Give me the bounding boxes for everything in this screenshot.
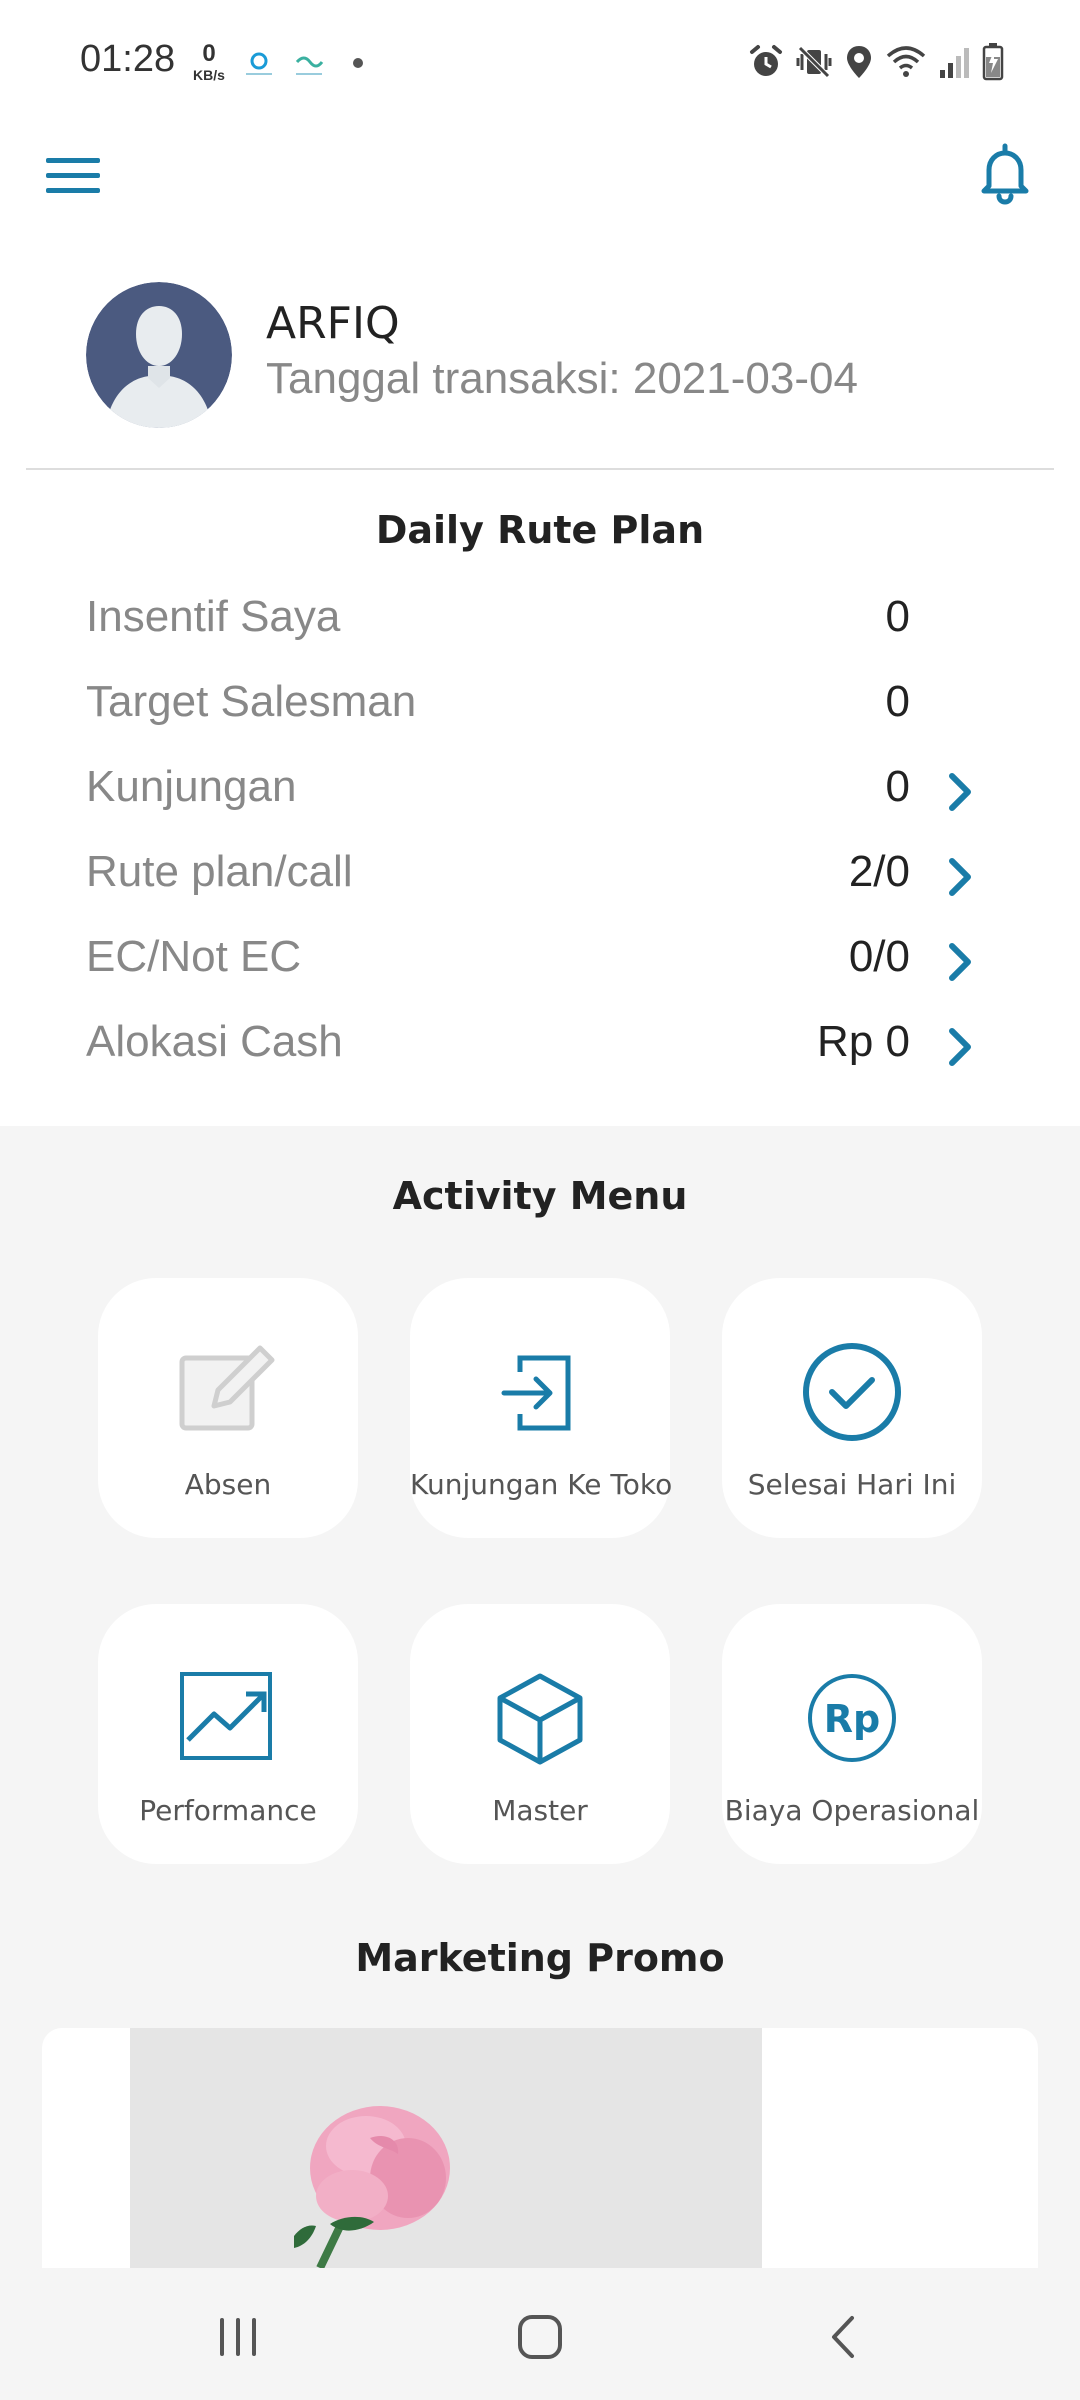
location-icon — [847, 46, 871, 78]
hamburger-menu-icon[interactable] — [46, 148, 100, 202]
performance-button[interactable]: Performance — [98, 1604, 358, 1864]
chevron-right-icon[interactable] — [940, 849, 980, 905]
biaya-operasional-button[interactable]: Rp Biaya Operasional — [722, 1604, 982, 1864]
status-bar: 01:28 0 KB/s — [0, 0, 1080, 120]
check-circle-icon — [803, 1343, 901, 1441]
plan-row-insentif: Insentif Saya 0 — [0, 580, 1080, 664]
plan-row-label: Alokasi Cash — [86, 1017, 343, 1066]
tile-label: Master — [492, 1794, 588, 1827]
rose-image — [130, 2028, 762, 2268]
network-speed-unit: KB/s — [193, 67, 225, 83]
tile-label: Biaya Operasional — [724, 1794, 980, 1827]
plan-row-value: Rp 0 — [817, 1017, 910, 1066]
plan-row-value: 0 — [885, 592, 910, 641]
plan-row-rute-plan[interactable]: Rute plan/call 2/0 — [0, 835, 1080, 919]
selesai-hari-ini-button[interactable]: Selesai Hari Ini — [722, 1278, 982, 1538]
section-title: Daily Rute Plan — [375, 508, 705, 552]
cube-icon — [497, 1673, 583, 1765]
chevron-right-icon[interactable] — [940, 934, 980, 990]
notification-app-icon-2 — [295, 56, 324, 75]
chevron-right-icon[interactable] — [940, 1019, 980, 1075]
plan-row-label: Kunjungan — [86, 762, 297, 811]
plan-row-kunjungan[interactable]: Kunjungan 0 — [0, 750, 1080, 834]
recent-apps-icon[interactable] — [198, 2302, 278, 2372]
plan-row-value: 0 — [885, 762, 910, 811]
tile-label: Selesai Hari Ini — [747, 1468, 957, 1501]
status-icons — [748, 42, 1004, 82]
promo-card[interactable] — [42, 2028, 1038, 2268]
plan-row-label: EC/Not EC — [86, 932, 302, 981]
plan-row-value: 2/0 — [848, 847, 910, 896]
tile-label: Performance — [139, 1794, 317, 1827]
plan-row-value: 0 — [885, 677, 910, 726]
rupiah-symbol: Rp — [824, 1697, 880, 1741]
back-icon[interactable] — [804, 2302, 884, 2372]
plan-row-target: Target Salesman 0 — [0, 665, 1080, 749]
battery-charging-icon — [982, 43, 1004, 81]
bell-icon[interactable] — [970, 138, 1040, 208]
edit-icon — [179, 1345, 275, 1431]
network-speed: 0 KB/s — [188, 40, 230, 83]
signal-icon — [940, 48, 969, 78]
notification-app-icon — [246, 52, 272, 75]
status-time: 01:28 — [80, 38, 176, 80]
daily-rute-plan: Daily Rute Plan Insentif Saya 0 Target S… — [0, 470, 1080, 1126]
user-profile: ARFIQ Tanggal transaksi: 2021-03-04 — [0, 260, 1080, 470]
plan-row-label: Target Salesman — [86, 677, 417, 726]
app-bar — [0, 120, 1080, 260]
notification-dot — [353, 58, 363, 68]
home-icon[interactable] — [500, 2302, 580, 2372]
transaction-date: Tanggal transaksi: 2021-03-04 — [266, 354, 858, 403]
master-button[interactable]: Master — [410, 1604, 670, 1864]
vibrate-mute-icon — [796, 46, 832, 78]
kunjungan-ke-toko-button[interactable]: Kunjungan Ke Toko — [410, 1278, 673, 1538]
plan-row-alokasi-cash[interactable]: Alokasi Cash Rp 0 — [0, 1005, 1080, 1089]
tile-label: Absen — [184, 1468, 272, 1501]
wifi-icon — [886, 46, 926, 77]
user-name: ARFIQ — [266, 298, 400, 349]
system-nav-bar — [0, 2274, 1080, 2400]
chevron-right-icon[interactable] — [940, 764, 980, 820]
avatar — [86, 282, 232, 428]
alarm-icon — [750, 45, 782, 76]
section-title: Marketing Promo — [355, 1936, 725, 1980]
rupiah-icon: Rp — [808, 1674, 896, 1762]
section-title: Activity Menu — [392, 1174, 688, 1218]
tile-label: Kunjungan Ke Toko — [410, 1468, 673, 1501]
sign-in-icon — [501, 1355, 571, 1431]
network-speed-value: 0 — [202, 40, 216, 67]
plan-row-ec[interactable]: EC/Not EC 0/0 — [0, 920, 1080, 1004]
promo-image[interactable] — [130, 2028, 762, 2268]
plan-row-label: Insentif Saya — [86, 592, 341, 641]
plan-row-value: 0/0 — [848, 932, 910, 981]
plan-row-label: Rute plan/call — [86, 847, 353, 896]
chart-trend-icon — [180, 1672, 272, 1760]
absen-button[interactable]: Absen — [98, 1278, 358, 1538]
